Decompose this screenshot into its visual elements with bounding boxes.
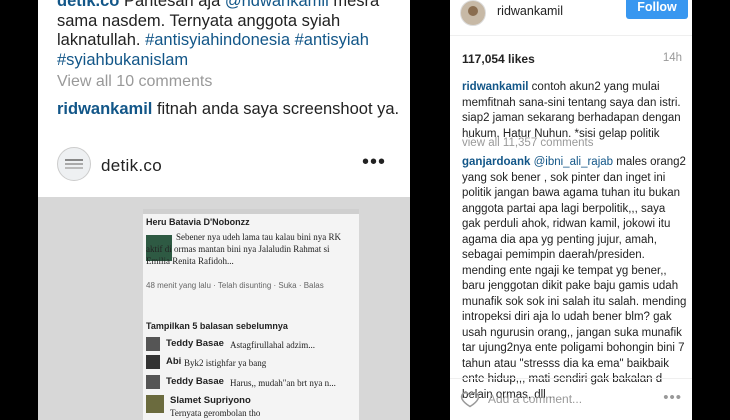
caption-username[interactable]: ridwankamil — [462, 81, 528, 93]
comment-mention[interactable]: @ibni_ali_rajab — [534, 156, 613, 168]
username-link[interactable]: ridwankamil — [497, 4, 563, 18]
fb-reply-text: Byk2 istighfar ya bang — [184, 358, 267, 368]
post-caption: ridwankamil contoh akun2 yang mulai memf… — [462, 80, 684, 142]
fb-post-meta: 48 menit yang lalu · Telah disunting · S… — [146, 281, 324, 290]
follow-button[interactable]: Follow — [626, 0, 688, 19]
avatar — [146, 355, 160, 369]
fb-comment: Slamet Supriyono Ternyata gerombolan tho — [146, 395, 356, 420]
divider — [143, 209, 359, 214]
comment-text: fitnah anda saya screenshoot ya. — [156, 100, 400, 118]
avatar — [146, 375, 160, 389]
post-timestamp[interactable]: 14h — [663, 52, 682, 64]
view-all-comments-link[interactable]: view all 11,357 comments — [462, 137, 593, 149]
fb-comment-card: Heru Batavia D'Nobonzz Sebener nya udeh … — [143, 209, 359, 420]
comment-bar: Add a comment... ••• — [450, 378, 692, 420]
fb-reply-text: Harus,, mudah"an brt nya n... — [230, 378, 336, 388]
post-caption: detik.co Pantesan aja @ridwankamil mesra… — [57, 0, 402, 70]
fb-replies-label: Tampilkan 5 balasan sebelumnya — [146, 321, 288, 331]
fb-reply: Teddy Basae Harus,, mudah"an brt nya n..… — [146, 375, 356, 391]
comment-text: males orang2 yang sok bener , sok pinter… — [462, 156, 687, 401]
likes-count[interactable]: 117,054 likes — [462, 52, 535, 66]
embedded-fb-screenshot: Heru Batavia D'Nobonzz Sebener nya udeh … — [38, 197, 410, 420]
fb-reply-name: Teddy Basae — [166, 376, 224, 387]
fb-post-text: Sebener nya udeh lama tau kalau bini nya… — [146, 232, 341, 266]
more-options-icon[interactable]: ••• — [362, 151, 386, 174]
left-post-screenshot: detik.co Pantesan aja @ridwankamil mesra… — [38, 0, 410, 420]
fb-reply-name: Abi — [166, 356, 182, 367]
fb-reply-name: Teddy Basae — [166, 338, 224, 349]
caption-mention[interactable]: @ridwankamil — [225, 0, 329, 10]
more-options-icon[interactable]: ••• — [663, 389, 682, 406]
avatar[interactable] — [57, 147, 91, 181]
caption-username[interactable]: detik.co — [57, 0, 119, 10]
fb-comment-text: Ternyata gerombolan tho — [170, 408, 261, 418]
account-name[interactable]: detik.co — [101, 156, 162, 176]
caption-lead: Pantesan aja — [123, 0, 221, 10]
fb-top-name: Heru Batavia D'Nobonzz — [146, 217, 250, 227]
post-header: ridwankamil Follow — [450, 0, 692, 36]
comment-username[interactable]: ridwankamil — [57, 100, 152, 118]
fb-reply: Teddy Basae Astagfirullahal adzim... — [146, 337, 356, 353]
fb-comment-name: Slamet Supriyono — [170, 395, 251, 406]
fb-reply: Abi Byk2 istighfar ya bang — [146, 355, 356, 371]
avatar[interactable] — [460, 0, 486, 26]
comment-item: ganjardoank @ibni_ali_rajab males orang2… — [462, 155, 687, 403]
comment-username[interactable]: ganjardoank — [462, 156, 530, 168]
view-all-comments-link[interactable]: View all 10 comments — [57, 73, 212, 91]
heart-icon[interactable] — [460, 389, 480, 409]
avatar — [146, 395, 164, 413]
fb-reply-text: Astagfirullahal adzim... — [230, 340, 315, 350]
avatar — [146, 337, 160, 351]
post-header: detik.co ••• — [57, 147, 402, 185]
instagram-post-sidebar: ridwankamil Follow 117,054 likes 14h rid… — [450, 0, 692, 420]
comment-item: ridwankamil fitnah anda saya screenshoot… — [57, 100, 402, 120]
add-comment-input[interactable]: Add a comment... — [488, 392, 582, 406]
